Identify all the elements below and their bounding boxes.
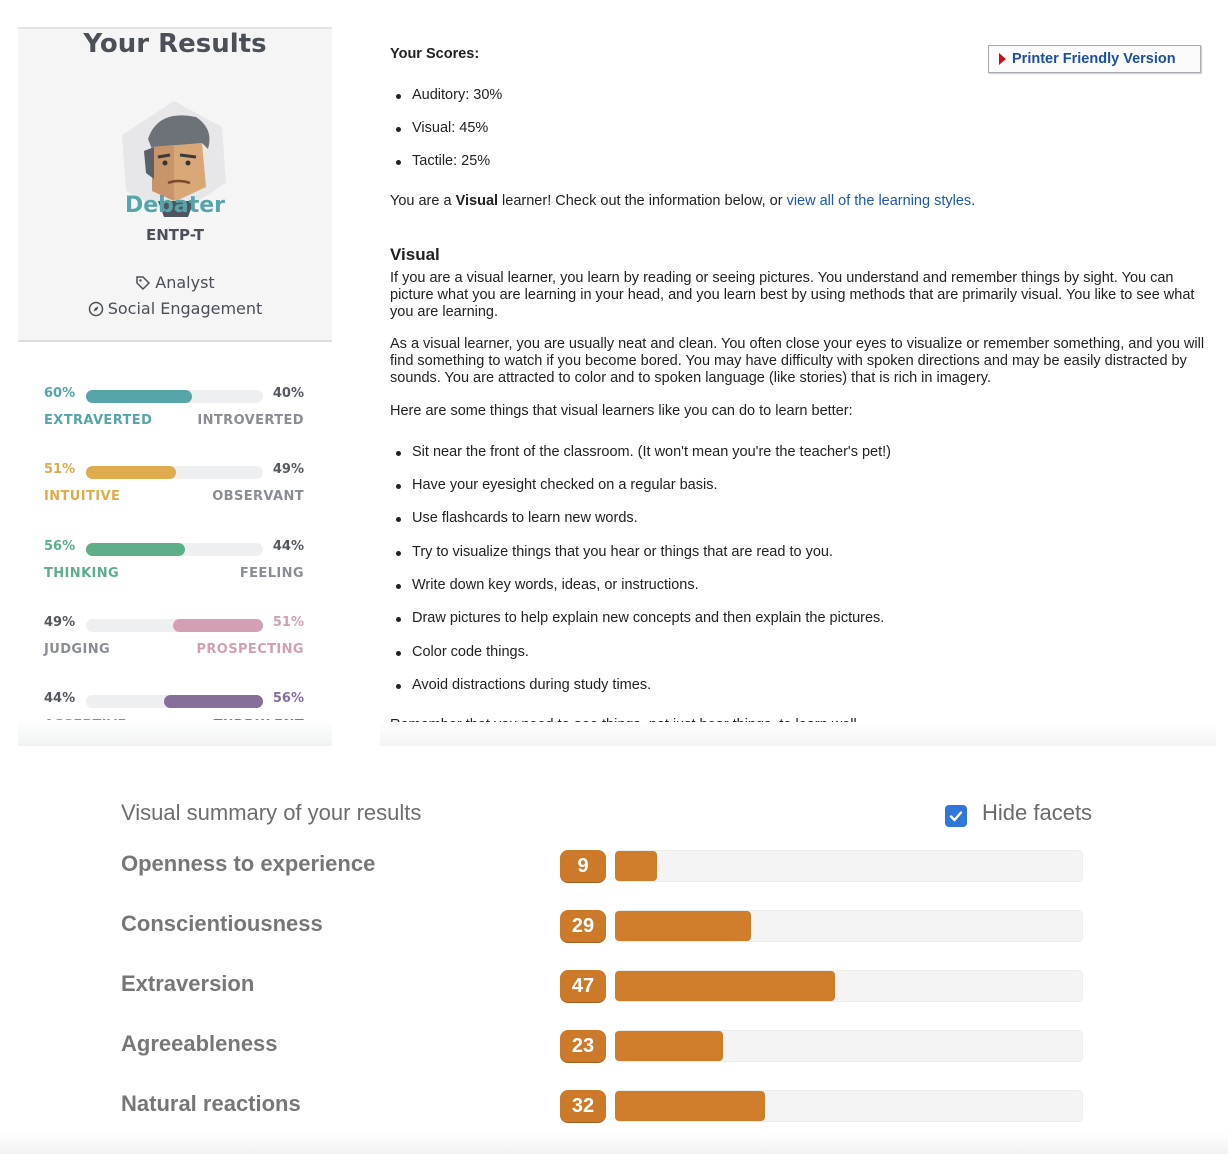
summary-title: Visual summary of your results	[121, 800, 422, 825]
trait-right-percent: 40%	[272, 386, 304, 401]
paragraph-1: If you are a visual learner, you learn b…	[390, 270, 1195, 320]
trait-bar-fill	[86, 390, 192, 403]
trait-row: 51% 49% INTUITIVE OBSERVANT	[44, 462, 304, 514]
factor-bar-track	[615, 910, 1083, 942]
trait-right-label: INTROVERTED	[197, 413, 304, 428]
left-fade	[18, 720, 332, 746]
strategy-label: Social Engagement	[107, 299, 263, 318]
factor-score-badge: 32	[560, 1090, 606, 1122]
trait-left-percent: 56%	[44, 539, 76, 554]
trait-bar-fill	[86, 543, 185, 556]
trait-left-percent: 60%	[44, 386, 76, 401]
type-name: Debater	[124, 193, 226, 218]
role-line: Analyst	[18, 273, 332, 292]
factor-label: Conscientiousness	[121, 911, 323, 936]
factor-bar-track	[615, 850, 1083, 882]
factor-label: Extraversion	[121, 971, 255, 996]
printer-button-label: Printer Friendly Version	[1012, 51, 1176, 67]
trait-right-label: PROSPECTING	[196, 642, 304, 657]
factor-bar-fill	[615, 1091, 765, 1121]
trait-bar-track	[86, 543, 263, 556]
checkmark-icon	[949, 811, 963, 822]
trait-left-label: THINKING	[44, 566, 120, 581]
trait-left-label: INTUITIVE	[44, 489, 121, 504]
trait-row: 56% 44% THINKING FEELING	[44, 539, 304, 591]
role-label: Analyst	[155, 273, 215, 292]
right-fade	[380, 722, 1216, 746]
factor-bar-fill	[615, 1031, 723, 1061]
results-title: Your Results	[83, 29, 267, 59]
trait-right-percent: 56%	[272, 691, 304, 706]
trait-left-percent: 51%	[44, 462, 76, 477]
result-sentence: You are a Visual learner! Check out the …	[390, 193, 976, 209]
trait-bar-track	[86, 466, 263, 479]
factor-bar-track	[615, 1090, 1083, 1122]
trait-bar-fill	[164, 695, 263, 708]
scores-heading: Your Scores:	[390, 46, 480, 62]
trait-bar-fill	[86, 466, 176, 479]
trait-left-label: JUDGING	[44, 642, 111, 657]
hide-facets-checkbox[interactable]	[945, 805, 967, 827]
bottom-fade	[0, 1132, 1228, 1154]
factor-bar-track	[615, 1030, 1083, 1062]
trait-row: 60% 40% EXTRAVERTED INTROVERTED	[44, 386, 304, 438]
trait-right-label: OBSERVANT	[212, 489, 304, 504]
factor-bar-fill	[615, 911, 751, 941]
tips-intro: Here are some things that visual learner…	[390, 403, 853, 419]
trait-bar-track	[86, 619, 263, 632]
trait-right-percent: 44%	[272, 539, 304, 554]
trait-right-percent: 49%	[272, 462, 304, 477]
factor-label: Natural reactions	[121, 1091, 301, 1116]
compass-icon	[88, 301, 103, 316]
printer-friendly-button[interactable]: Printer Friendly Version	[988, 45, 1201, 73]
factor-score-badge: 9	[560, 850, 606, 882]
trait-row: 49% 51% JUDGING PROSPECTING	[44, 615, 304, 667]
factor-label: Agreeableness	[121, 1031, 278, 1056]
section-heading: Visual	[390, 245, 440, 264]
trait-left-percent: 49%	[44, 615, 76, 630]
factor-label: Openness to experience	[121, 851, 376, 876]
trait-bar-track	[86, 390, 263, 403]
factor-bar-track	[615, 970, 1083, 1002]
factor-score-badge: 29	[560, 910, 606, 942]
paragraph-2: As a visual learner, you are usually nea…	[390, 336, 1205, 386]
factor-score-badge: 47	[560, 970, 606, 1002]
trait-bar-track	[86, 695, 263, 708]
personality-card: Your Results Debater ENTP-T Analyst Soci…	[18, 27, 332, 342]
strategy-line: Social Engagement	[18, 299, 332, 318]
factor-bar-fill	[615, 971, 835, 1001]
view-learning-styles-link[interactable]: view all of the learning styles	[787, 193, 972, 209]
trait-left-percent: 44%	[44, 691, 76, 706]
trait-right-percent: 51%	[272, 615, 304, 630]
play-arrow-icon	[999, 53, 1006, 65]
tag-icon	[136, 275, 151, 290]
trait-bar-fill	[173, 619, 263, 632]
factor-bar-fill	[615, 851, 657, 881]
trait-left-label: EXTRAVERTED	[44, 413, 153, 428]
type-code: ENTP-T	[145, 226, 204, 244]
hide-facets-label[interactable]: Hide facets	[982, 800, 1092, 826]
trait-right-label: FEELING	[239, 566, 304, 581]
factor-score-badge: 23	[560, 1030, 606, 1062]
